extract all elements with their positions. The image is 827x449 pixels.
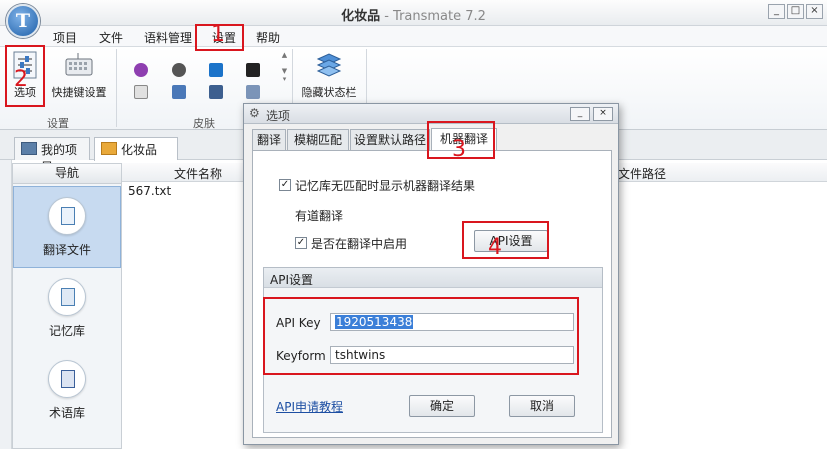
skin-gray-icon[interactable] [172, 63, 186, 77]
nav-header: 导航 [13, 164, 121, 184]
table-row[interactable]: 567.txt [128, 184, 171, 198]
annotation-number-2: 2 [14, 67, 28, 92]
col-file-name[interactable]: 文件名称 [174, 165, 222, 182]
keyboard-icon [65, 53, 93, 76]
skin-purple-icon[interactable] [134, 63, 148, 77]
minimize-button[interactable]: _ [768, 4, 785, 19]
enable-label: 是否在翻译中启用 [311, 237, 408, 251]
api-tutorial-link[interactable]: API申请教程 [276, 398, 343, 415]
gear-icon: ⚙ [249, 106, 260, 120]
menu-file[interactable]: 文件 [99, 29, 123, 46]
annotation-number-3: 3 [452, 137, 466, 162]
menu-bar: 项目 文件 语料管理 设置 帮助 [0, 26, 827, 46]
tab-my-projects[interactable]: 我的项目 [14, 137, 90, 174]
tab-cosmetics[interactable]: 化妆品 × [94, 137, 178, 172]
title-bar: 化妆品 - Transmate 7.2 _ □ × [0, 0, 827, 26]
dialog-minimize-button[interactable]: _ [570, 107, 590, 121]
machine-translation-panel: ✓ 记忆库无匹配时显示机器翻译结果 有道翻译 ✓ 是否在翻译中启用 API设置 … [252, 150, 612, 438]
tab-default-path[interactable]: 设置默认路径 [350, 129, 430, 151]
skin-light-grid-icon[interactable] [246, 85, 260, 99]
memory-book-icon [48, 278, 86, 316]
dialog-title: 选项 [266, 109, 291, 123]
window-title: 化妆品 - Transmate 7.2 [341, 9, 486, 24]
annotation-number-4: 4 [488, 235, 502, 260]
skin-gallery-scroll[interactable]: ▲ ▼ ▾ [280, 51, 289, 109]
nav-item-memory[interactable]: 记忆库 [13, 268, 121, 350]
layers-icon [316, 53, 342, 77]
annotation-number-1: 1 [211, 22, 225, 47]
menu-corpus[interactable]: 语料管理 [144, 29, 192, 46]
window-controls: _ □ × [768, 4, 823, 19]
folder-icon [101, 142, 117, 155]
close-button[interactable]: × [806, 4, 823, 19]
project-icon [21, 142, 37, 155]
maximize-button[interactable]: □ [787, 4, 804, 19]
skin-office-black-icon[interactable] [246, 63, 260, 77]
annotation-box-api-fields [263, 297, 579, 375]
hide-statusbar-button[interactable]: 隐藏状态栏 [298, 51, 360, 100]
tab-fuzzy-match[interactable]: 模糊匹配 [287, 129, 349, 151]
app-logo-icon[interactable]: T [6, 4, 40, 38]
show-mt-checkbox[interactable]: ✓ [279, 179, 291, 191]
annotation-box-4 [462, 221, 549, 259]
menu-project[interactable]: 项目 [53, 29, 77, 46]
skin-office-silver-icon[interactable] [134, 85, 148, 99]
navigation-panel: 导航 翻译文件 记忆库 术语库 [12, 163, 122, 449]
skin-blue-grid-icon[interactable] [172, 85, 186, 99]
group-label-settings: 设置 [47, 117, 69, 130]
menu-help[interactable]: 帮助 [256, 29, 280, 46]
shortcut-settings-button[interactable]: 快捷键设置 [50, 51, 108, 100]
skin-dark-grid-icon[interactable] [209, 85, 223, 99]
skin-office-blue-icon[interactable] [209, 63, 223, 77]
tab-translate[interactable]: 翻译 [252, 129, 286, 151]
dialog-close-button[interactable]: × [593, 107, 613, 121]
termbase-book-icon [48, 360, 86, 398]
left-gutter [0, 160, 12, 449]
document-icon [48, 197, 86, 235]
ok-button[interactable]: 确定 [409, 395, 475, 417]
enable-checkbox[interactable]: ✓ [295, 237, 307, 249]
group-label-skin: 皮肤 [193, 117, 215, 130]
cancel-button[interactable]: 取消 [509, 395, 575, 417]
nav-item-termbase[interactable]: 术语库 [13, 350, 121, 432]
show-mt-label: 记忆库无匹配时显示机器翻译结果 [295, 179, 476, 193]
api-group-title: API设置 [264, 268, 602, 288]
nav-item-translate-files[interactable]: 翻译文件 [13, 186, 121, 268]
youdao-label: 有道翻译 [295, 209, 344, 223]
col-file-path[interactable]: 文件路径 [618, 165, 666, 182]
